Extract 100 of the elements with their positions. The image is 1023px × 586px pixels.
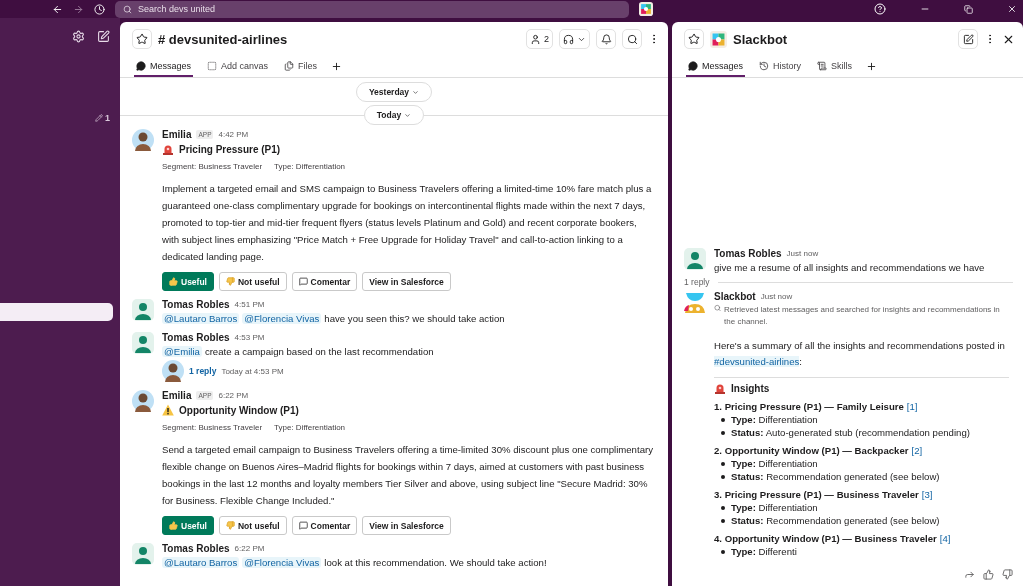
card-title: Opportunity Window (P1) — [179, 404, 299, 416]
forward-button[interactable] — [73, 3, 84, 15]
bullet-text: Status: Recommendation generated (see below) — [714, 515, 1009, 526]
tab[interactable]: Files — [282, 56, 320, 77]
message-text: Implement a targeted email and SMS campaign to Business Travelers offering a limited-time 10% fare match plus a guaranteed one-class complimentary upgrade for bookings on intercontinental flights made within the next 7 days, promoted to top-tier and mid-tier frequent flyers (status levels Platinum and Gold) and recent corporate bookers, with subject lines emphasizing "Price Match + Free Upgrade for Holiday Travel" and call-to-action linking to a dedicated landing page. — [162, 182, 653, 264]
siren-icon — [714, 382, 726, 394]
chat-bubble-icon — [688, 60, 698, 71]
headphones-icon — [563, 33, 574, 45]
salesforce-button[interactable]: View in Salesforce — [362, 272, 451, 291]
timestamp: 4:53 PM — [234, 333, 265, 342]
replies-link[interactable]: 1 reply — [189, 366, 217, 376]
mention-link[interactable]: @Lautaro Barros — [162, 313, 240, 324]
compose-icon — [962, 33, 974, 45]
tab[interactable]: History — [757, 56, 804, 77]
search-field[interactable]: Search devs united — [115, 0, 629, 18]
compose-button[interactable] — [97, 30, 110, 43]
thumbs-down-icon — [226, 521, 235, 530]
add-tab-button[interactable] — [866, 61, 878, 72]
status-text: Retrieved latest messages and searched for insights and recommendations in the channel. — [724, 304, 1001, 328]
star-button[interactable] — [684, 29, 704, 49]
history-button[interactable] — [94, 3, 105, 15]
notifications-button[interactable] — [596, 29, 616, 49]
insight-title: 4. Opportunity Window (P1) — Business Traveler [4] — [714, 533, 952, 544]
history-icon — [759, 60, 770, 71]
message-text: look at this recommendation. We should take action! — [324, 557, 547, 568]
restore-button[interactable] — [964, 4, 973, 14]
timestamp: 6:22 PM — [218, 391, 249, 400]
search-icon — [123, 4, 132, 14]
tab[interactable]: Skills — [815, 56, 855, 77]
person-avatar — [132, 543, 154, 565]
new-message-button[interactable] — [958, 29, 978, 49]
channel-title: # devsunited-airlines — [158, 31, 289, 47]
thumbs-up-icon — [169, 521, 178, 530]
reference-link[interactable]: [1] — [906, 401, 918, 412]
reference-link[interactable]: [3] — [921, 489, 933, 500]
insight-title: 1. Pricing Pressure (P1) — Family Leisure [1] — [714, 401, 919, 412]
summary-text: Here's a summary of all the insights and recommendations posted in #devsunited-airlines: — [714, 339, 1006, 369]
draft-count: 1 — [105, 113, 110, 123]
speech-bubble-icon — [298, 521, 308, 530]
thumbs-up-button[interactable] — [983, 569, 994, 580]
bell-icon — [600, 33, 612, 45]
pencil-icon — [95, 114, 103, 122]
settings-button[interactable] — [72, 30, 85, 43]
positive-button[interactable]: Useful — [162, 272, 214, 291]
mention-link[interactable]: @Lautaro Barros — [162, 557, 240, 568]
app-avatar — [132, 129, 154, 151]
share-button[interactable] — [964, 569, 975, 580]
star-button[interactable] — [132, 29, 152, 49]
bullet-text: Type: Differentiation — [714, 458, 1009, 469]
message-text: give me a resume of all insights and recommendations we have — [714, 262, 985, 273]
date-divider[interactable]: Today — [363, 105, 425, 125]
section-heading: Insights — [731, 382, 770, 394]
person-avatar — [132, 332, 154, 354]
salesforce-button[interactable]: View in Salesforce — [362, 516, 451, 535]
close-button[interactable] — [1007, 4, 1017, 14]
speech-bubble-icon — [298, 277, 308, 286]
replies-count[interactable]: 1 reply — [684, 277, 710, 287]
comment-button[interactable]: Comentar — [291, 272, 358, 291]
app-avatar — [132, 390, 154, 412]
timestamp: Just now — [786, 249, 819, 258]
add-tab-button[interactable] — [331, 61, 343, 72]
author-name: Slackbot — [714, 291, 756, 302]
bullet-text: Status: Auto-generated stub (recommendation pending) — [714, 427, 1009, 438]
tab[interactable]: Add canvas — [205, 56, 271, 77]
star-icon — [688, 33, 700, 45]
huddle-button[interactable] — [559, 29, 590, 49]
author-name: Tomas Robles — [162, 299, 230, 310]
thumbs-down-icon — [226, 277, 235, 286]
negative-button[interactable]: Not useful — [219, 516, 287, 535]
search-button[interactable] — [622, 29, 642, 49]
author-name: Emilia — [162, 129, 192, 140]
thumbs-down-button[interactable] — [1002, 569, 1013, 580]
star-icon — [136, 33, 148, 45]
bullet-text: Status: Recommendation generated (see below) — [714, 471, 1009, 482]
date-divider[interactable]: Yesterday — [355, 82, 433, 102]
reference-link[interactable]: [2] — [911, 445, 923, 456]
mention-link[interactable]: @Florencia Vivas — [242, 313, 322, 324]
person-avatar — [132, 299, 154, 321]
message-text: have you seen this? we should take action — [324, 313, 505, 324]
insight-title: 3. Pricing Pressure (P1) — Business Traveler [3] — [714, 489, 934, 500]
person-icon — [530, 33, 541, 45]
back-button[interactable] — [52, 3, 63, 15]
canvas-icon — [207, 60, 218, 71]
reference-link[interactable]: [4] — [939, 533, 951, 544]
tab[interactable]: Messages — [134, 56, 194, 77]
mention-link[interactable]: @Emilia — [162, 346, 202, 357]
timestamp: Today at 4:53 PM — [221, 366, 284, 376]
segment-label: Segment: Business Traveler — [162, 162, 263, 171]
timestamp: Just now — [760, 292, 793, 301]
comment-button[interactable]: Comentar — [291, 516, 358, 535]
timestamp: 4:51 PM — [234, 300, 265, 309]
negative-button[interactable]: Not useful — [219, 272, 287, 291]
mention-link[interactable]: @Florencia Vivas — [242, 557, 322, 568]
search-icon — [626, 33, 638, 45]
help-button[interactable] — [874, 3, 886, 15]
author-name: Emilia — [162, 390, 192, 401]
positive-button[interactable]: Useful — [162, 516, 214, 535]
members-button[interactable]: 2 — [526, 29, 553, 49]
files-icon — [284, 60, 295, 71]
tab[interactable]: Messages — [686, 56, 746, 77]
